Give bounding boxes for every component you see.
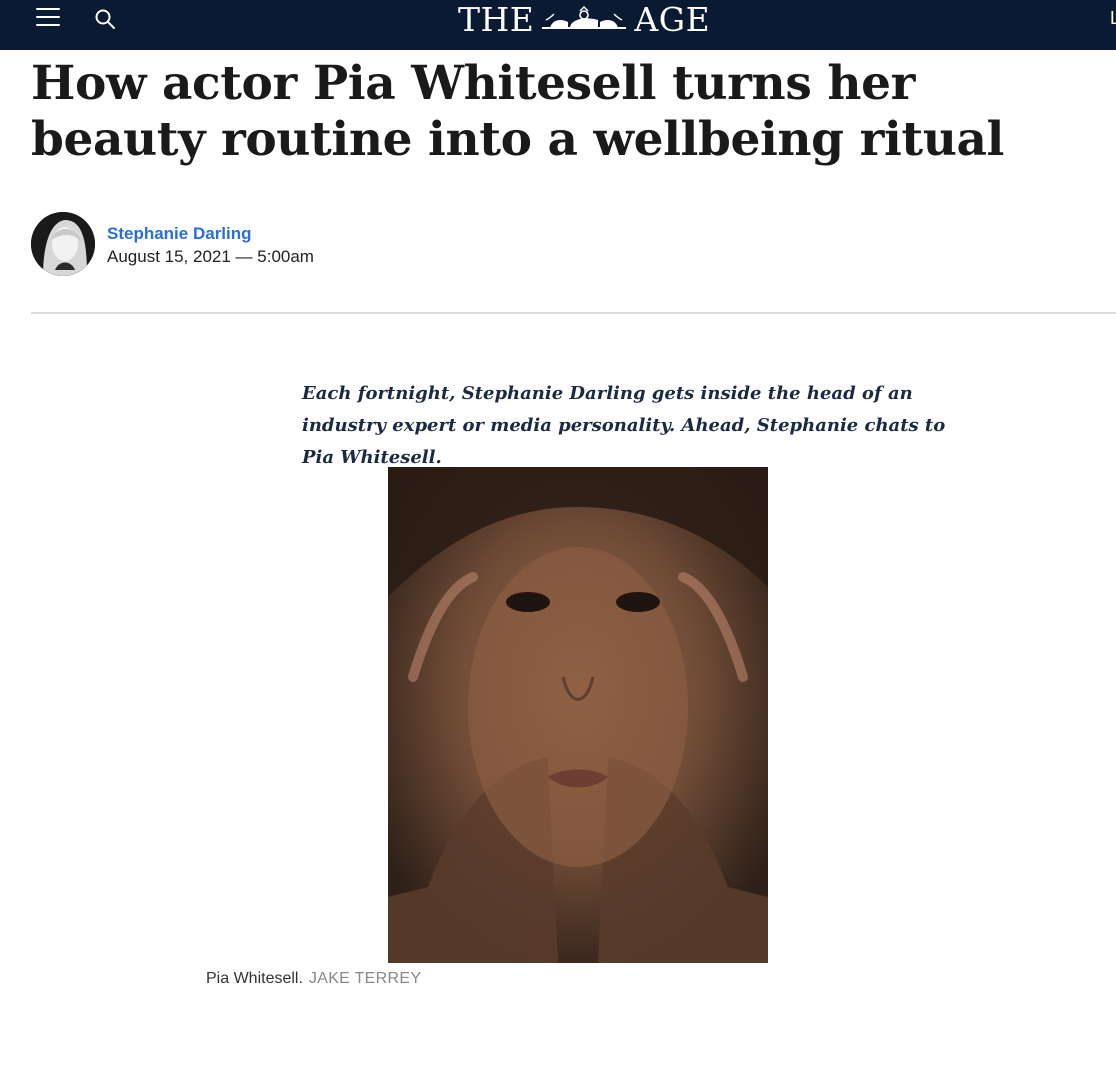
author-avatar[interactable] bbox=[31, 212, 95, 276]
author-name-link[interactable]: Stephanie Darling bbox=[107, 224, 252, 244]
caption-text: Pia Whitesell. bbox=[206, 970, 303, 987]
hamburger-icon[interactable] bbox=[36, 6, 62, 30]
byline-divider bbox=[31, 312, 1116, 314]
article-photo[interactable] bbox=[388, 467, 768, 963]
site-header: THE AGE L bbox=[0, 0, 1116, 50]
publish-date: August 15, 2021 — 5:00am bbox=[107, 247, 314, 266]
masthead-age: AGE bbox=[634, 0, 711, 39]
masthead-the: THE bbox=[458, 0, 535, 39]
site-logo[interactable]: THE AGE bbox=[458, 0, 711, 39]
search-icon[interactable] bbox=[94, 8, 118, 30]
article-intro: Each fortnight, Stephanie Darling gets i… bbox=[302, 383, 946, 468]
article-headline: How actor Pia Whitesell turns her beauty… bbox=[31, 56, 1005, 167]
crest-logo bbox=[542, 6, 627, 29]
photo-credit: JAKE TERREY bbox=[308, 970, 422, 987]
login-link[interactable]: L bbox=[1110, 8, 1116, 28]
photo-caption: Pia Whitesell. JAKE TERREY bbox=[206, 970, 421, 988]
